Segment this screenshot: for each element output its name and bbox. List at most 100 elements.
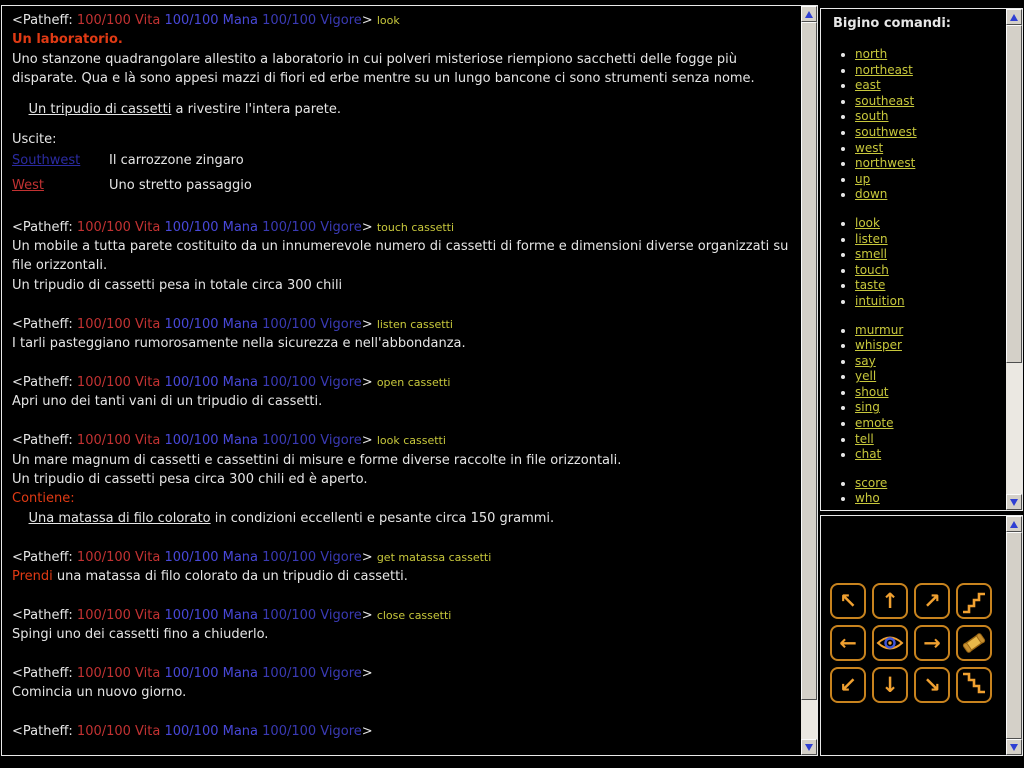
command-link-listen[interactable]: listen	[855, 232, 888, 246]
navigation-panel: ↖ ↑ ↗ ← → ↙ ↓ ↘	[820, 515, 1023, 756]
command-item: yell	[855, 369, 1006, 385]
north-button[interactable]: ↑	[872, 583, 908, 619]
command-link-look[interactable]: look	[855, 216, 880, 230]
command-link-score[interactable]: score	[855, 476, 887, 490]
command-link-down[interactable]: down	[855, 187, 887, 201]
log-line: Un laboratorio.	[12, 30, 795, 49]
vita-stat: 100/100 Vita	[76, 316, 161, 332]
log-line: Un mare magnum di cassetti e cassettini …	[12, 451, 795, 470]
arrow-south-icon: ↓	[881, 672, 899, 697]
scroll-thumb[interactable]	[1006, 532, 1022, 739]
log-line: Un mobile a tutta parete costituito da u…	[12, 237, 795, 276]
arrow-north-icon: ↑	[881, 588, 899, 613]
northeast-button[interactable]: ↗	[914, 583, 950, 619]
command-link-say[interactable]: say	[855, 354, 876, 368]
command-link-who[interactable]: who	[855, 491, 880, 505]
log-text: in condizioni eccellenti e pesante circa…	[210, 510, 555, 526]
prompt-line: <Patheff: 100/100 Vita 100/100 Mana 100/…	[12, 11, 795, 30]
command-link-intuition[interactable]: intuition	[855, 294, 905, 308]
command-link-taste[interactable]: taste	[855, 278, 885, 292]
prompt-suffix: >	[361, 13, 377, 28]
game-output-panel: <Patheff: 100/100 Vita 100/100 Mana 100/…	[1, 5, 818, 756]
command-link-emote[interactable]: emote	[855, 416, 894, 430]
scroll-thumb[interactable]	[801, 22, 817, 700]
command-link-south[interactable]: south	[855, 109, 889, 123]
command-link-southeast[interactable]: southeast	[855, 94, 914, 108]
log-line: Un tripudio di cassetti pesa circa 300 c…	[12, 470, 795, 489]
log-gap	[12, 119, 795, 130]
log-blank-line	[12, 528, 795, 547]
west-button[interactable]: ←	[830, 625, 866, 661]
stairs-up-button[interactable]	[956, 583, 992, 619]
mana-stat: 100/100 Mana	[164, 607, 259, 623]
command-link-sing[interactable]: sing	[855, 400, 880, 414]
vita-stat: 100/100 Vita	[76, 549, 161, 565]
exit-link[interactable]: West	[12, 176, 109, 195]
command-link-whisper[interactable]: whisper	[855, 338, 902, 352]
scroll-thumb[interactable]	[1006, 25, 1022, 363]
command-link-touch[interactable]: touch	[855, 263, 889, 277]
scroll-down-button[interactable]	[1006, 494, 1022, 510]
prompt-line: <Patheff: 100/100 Vita 100/100 Mana 100/…	[12, 664, 795, 683]
command-item: emote	[855, 416, 1006, 432]
prompt-prefix: <Patheff:	[12, 549, 77, 565]
command-item: sing	[855, 400, 1006, 416]
command-link-up[interactable]: up	[855, 172, 870, 186]
command-link-yell[interactable]: yell	[855, 369, 876, 383]
command-link-northeast[interactable]: northeast	[855, 63, 913, 77]
arrow-southeast-icon: ↘	[923, 672, 941, 697]
prompt-line: <Patheff: 100/100 Vita 100/100 Mana 100/…	[12, 431, 795, 450]
commands-scrollbar[interactable]	[1006, 9, 1022, 510]
east-button[interactable]: →	[914, 625, 950, 661]
scroll-up-button[interactable]	[801, 6, 817, 22]
scroll-up-button[interactable]	[1006, 516, 1022, 532]
command-link-north[interactable]: north	[855, 47, 887, 61]
prompt-suffix: >	[361, 219, 377, 235]
log-text: Comincia un nuovo giorno.	[12, 685, 187, 701]
scroll-button[interactable]	[956, 625, 992, 661]
exit-link[interactable]: Southwest	[12, 151, 109, 170]
log-line: Uscite:	[12, 130, 795, 149]
command-link-murmur[interactable]: murmur	[855, 323, 903, 337]
command-group: north northeasteast southeastsouth southwes…	[855, 47, 1006, 203]
navigation-scrollbar[interactable]	[1006, 516, 1022, 755]
scroll-down-button[interactable]	[801, 739, 817, 755]
stairs-down-button[interactable]	[956, 667, 992, 703]
command-link-smell[interactable]: smell	[855, 247, 887, 261]
scroll-down-button[interactable]	[1006, 739, 1022, 755]
log-blank-line	[12, 412, 795, 431]
look-button[interactable]	[872, 625, 908, 661]
arrow-west-icon: ←	[839, 630, 857, 655]
command-link-southwest[interactable]: southwest	[855, 125, 917, 139]
stairs-down-icon	[961, 672, 987, 698]
object-link[interactable]: Una matassa di filo colorato	[29, 511, 211, 526]
command-item: score	[855, 476, 1006, 492]
command-link-west[interactable]: west	[855, 141, 883, 155]
mana-stat: 100/100 Mana	[164, 549, 259, 565]
log-text: Un mare magnum di cassetti e cassettini …	[12, 452, 622, 468]
southeast-button[interactable]: ↘	[914, 667, 950, 703]
command-link-northwest[interactable]: northwest	[855, 156, 915, 170]
command-link-chat[interactable]: chat	[855, 447, 881, 461]
object-link[interactable]: Un tripudio di cassetti	[29, 102, 172, 117]
southwest-button[interactable]: ↙	[830, 667, 866, 703]
vigore-stat: 100/100 Vigore	[262, 666, 362, 681]
main-scrollbar[interactable]	[801, 6, 817, 755]
command-link-tell[interactable]: tell	[855, 432, 874, 446]
south-button[interactable]: ↓	[872, 667, 908, 703]
northwest-button[interactable]: ↖	[830, 583, 866, 619]
log-text: a rivestire l'intera parete.	[171, 101, 342, 117]
command-item: listen	[855, 232, 1006, 248]
command-item: north	[855, 47, 1006, 63]
arrow-southwest-icon: ↙	[839, 672, 857, 697]
log-line: Un tripudio di cassetti a rivestire l'in…	[12, 100, 795, 119]
scroll-up-button[interactable]	[1006, 9, 1022, 25]
command-link-east[interactable]: east	[855, 78, 881, 92]
vita-stat: 100/100 Vita	[76, 13, 161, 28]
mana-stat: 100/100 Mana	[164, 433, 259, 449]
mana-stat: 100/100 Mana	[164, 666, 259, 681]
exit-description: Il carrozzone zingaro	[109, 153, 244, 169]
command-link-shout[interactable]: shout	[855, 385, 889, 399]
log-text: Un laboratorio.	[12, 32, 123, 48]
